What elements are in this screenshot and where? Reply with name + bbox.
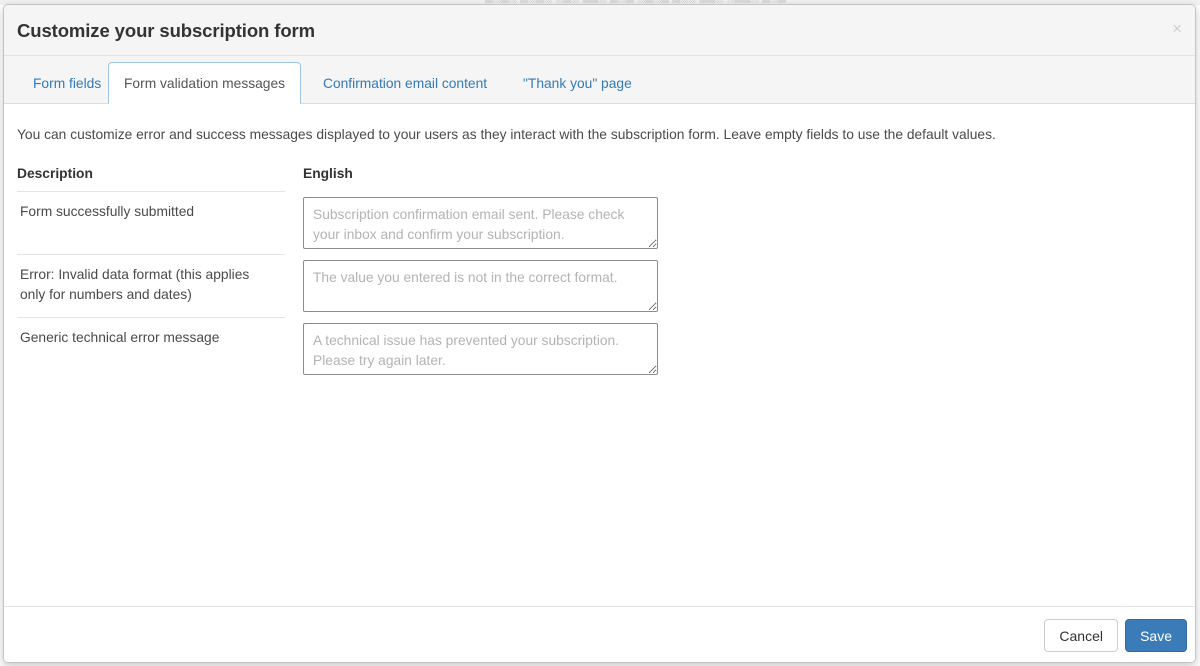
row-value-cell <box>285 191 658 254</box>
message-input-invalid-data-format[interactable] <box>303 260 658 312</box>
dialog-footer: Cancel Save <box>4 606 1195 662</box>
row-description: Generic technical error message <box>17 317 285 380</box>
row-value-cell <box>285 254 658 317</box>
close-icon[interactable]: × <box>1172 20 1182 37</box>
table-row: Form successfully submitted <box>17 191 658 254</box>
message-input-generic-technical-error[interactable] <box>303 323 658 375</box>
cancel-button[interactable]: Cancel <box>1044 619 1118 652</box>
save-button[interactable]: Save <box>1125 619 1187 652</box>
tab-thank-you-page[interactable]: "Thank you" page <box>507 62 648 104</box>
dialog-header: Customize your subscription form × <box>4 5 1195 56</box>
dialog-body: You can customize error and success mess… <box>4 104 1195 606</box>
row-description: Form successfully submitted <box>17 191 285 254</box>
background-page-text: ▒░▒░ ▒░▒░ ░▒░ ▒▒░ ▒░▒ ░▒░▒ ▒░░ ▒▒░ ░▒▒░ … <box>485 0 845 3</box>
customize-subscription-form-dialog: Customize your subscription form × Form … <box>3 4 1196 663</box>
intro-text: You can customize error and success mess… <box>17 127 996 142</box>
validation-messages-table: Description English Form successfully su… <box>17 166 658 380</box>
table-header-row: Description English <box>17 166 657 191</box>
message-input-form-successfully-submitted[interactable] <box>303 197 658 249</box>
tab-confirmation-email-content[interactable]: Confirmation email content <box>307 62 503 104</box>
column-header-english: English <box>303 166 353 181</box>
dialog-title: Customize your subscription form <box>17 20 315 41</box>
table-row: Generic technical error message <box>17 317 658 380</box>
tab-strip: Form fields Form validation messages Con… <box>4 56 1195 104</box>
row-description: Error: Invalid data format (this applies… <box>17 254 285 317</box>
column-header-description: Description <box>17 166 93 181</box>
table-row: Error: Invalid data format (this applies… <box>17 254 658 317</box>
row-value-cell <box>285 317 658 380</box>
tab-form-validation-messages[interactable]: Form validation messages <box>108 62 302 104</box>
tab-form-fields[interactable]: Form fields <box>17 62 117 104</box>
